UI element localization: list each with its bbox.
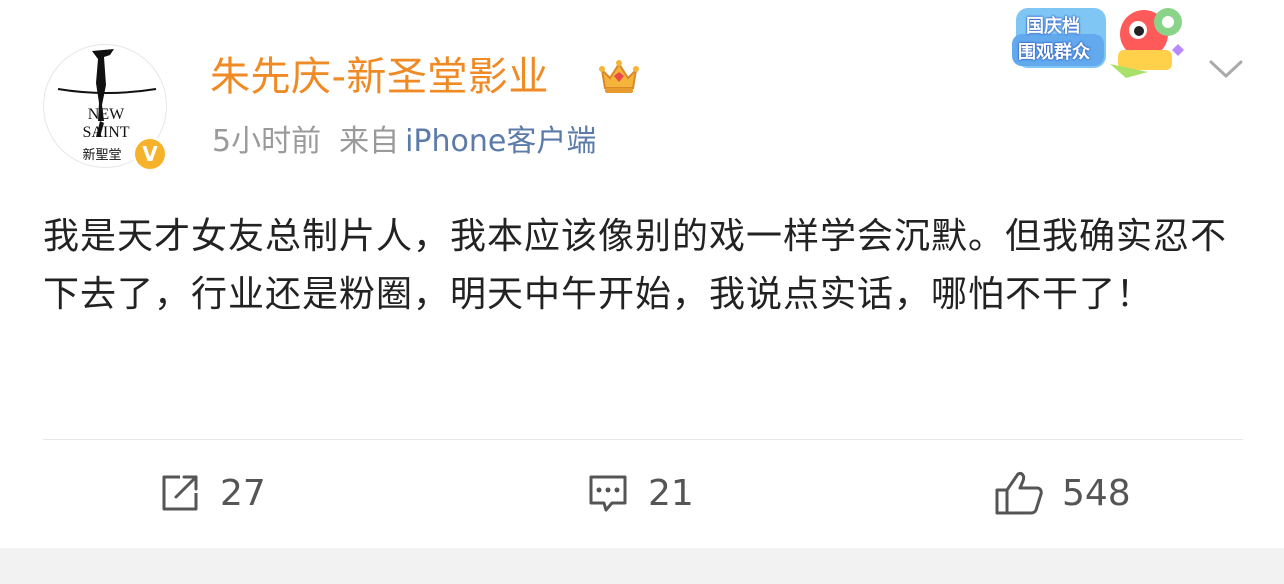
verified-badge-icon: V [132, 136, 168, 172]
username[interactable]: 朱先庆-新圣堂影业 [210, 52, 549, 102]
sticker-text-line2: 围观群众 [1018, 42, 1090, 63]
logo-text-line1: NEW [88, 106, 125, 123]
logo-text-line3: 新聖堂 [82, 147, 121, 163]
comment-count: 21 [648, 472, 694, 514]
post-time[interactable]: 5小时前 [212, 124, 321, 159]
comment-button[interactable]: 21 [586, 468, 694, 518]
crown-icon[interactable] [598, 58, 640, 96]
sticker-text-line1: 国庆档 [1026, 16, 1080, 37]
like-icon [995, 472, 1043, 515]
logo-text-line2: SAINT [82, 124, 129, 141]
comment-icon [589, 475, 627, 512]
chevron-down-icon[interactable] [1208, 58, 1244, 80]
like-count: 548 [1062, 472, 1131, 514]
divider [43, 439, 1243, 440]
post-text: 我是天才女友总制片人，我本应该像别的戏一样学会沉默。但我确实忍不下去了，行业还是… [43, 216, 1228, 315]
weibo-post-card: NEW SAINT 新聖堂 V 朱先庆-新圣堂影业 5小时前 来自 iPhone客户… [0, 0, 1284, 584]
like-button[interactable]: 548 [994, 468, 1131, 518]
post-meta: 5小时前 来自 iPhone客户端 [212, 122, 596, 162]
source-label: 来自 [339, 124, 400, 159]
source-device[interactable]: iPhone客户端 [405, 124, 596, 159]
repost-button[interactable]: 27 [158, 468, 266, 518]
repost-icon [162, 475, 198, 511]
bottom-separator [0, 548, 1284, 584]
repost-count: 27 [220, 472, 266, 514]
